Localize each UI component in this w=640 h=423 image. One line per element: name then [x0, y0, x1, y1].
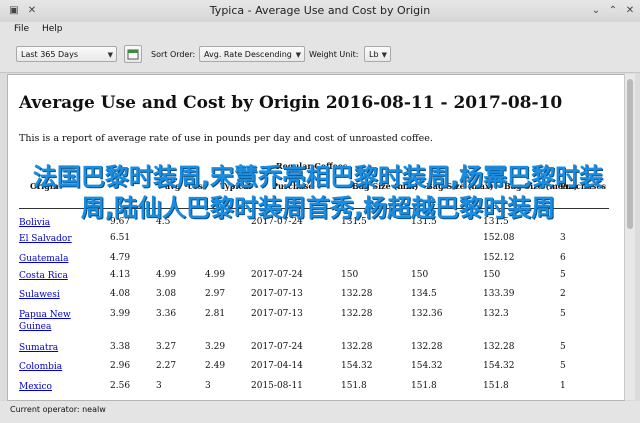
- table-cell: 2.56: [110, 381, 131, 391]
- report-view[interactable]: Average Use and Cost by Origin 2016-08-1…: [7, 74, 625, 401]
- table-cell: 151.8: [411, 381, 437, 391]
- table-cell: 6: [560, 253, 566, 263]
- table-cell: 3: [560, 233, 566, 243]
- table-cell: 151.8: [341, 381, 367, 391]
- chevron-down-icon: ▼: [107, 51, 113, 59]
- table-cell: 132.28: [411, 342, 443, 352]
- table-cell: 3: [156, 381, 162, 391]
- table-cell: 5: [560, 342, 566, 352]
- sort-order-select[interactable]: Avg. Rate Descending ▼: [199, 46, 305, 62]
- window-title: Typica - Average Use and Cost by Origin: [209, 4, 431, 17]
- table-cell: 3.27: [156, 342, 177, 352]
- table-cell: 152.08: [483, 233, 515, 243]
- origin-link[interactable]: Sulawesi: [19, 289, 85, 301]
- table-cell: 4.08: [110, 289, 131, 299]
- table-cell: 2017-07-24: [251, 270, 303, 280]
- table-cell: 3.08: [156, 289, 177, 299]
- sort-order-label: Sort Order:: [151, 50, 196, 59]
- table-cell: 150: [341, 270, 359, 280]
- table-cell: 2.97: [205, 289, 226, 299]
- table-cell: 132.36: [411, 309, 443, 319]
- origin-link[interactable]: El Salvador: [19, 233, 85, 245]
- sort-order-value: Avg. Rate Descending: [204, 50, 292, 59]
- table-cell: 3: [205, 381, 211, 391]
- table-cell: 2017-04-14: [251, 361, 303, 371]
- table-cell: 3.99: [110, 309, 131, 319]
- origin-link[interactable]: Costa Rica: [19, 270, 85, 282]
- table-cell: 152.12: [483, 253, 515, 263]
- table-cell: 150: [411, 270, 429, 280]
- table-cell: 3.36: [156, 309, 177, 319]
- table-cell: 5: [560, 361, 566, 371]
- chevron-down-icon: ▼: [295, 51, 301, 59]
- weight-unit-value: Lb: [369, 50, 379, 59]
- table-cell: 2017-07-24: [251, 342, 303, 352]
- calendar-icon: [127, 49, 139, 60]
- overlay-caption: 法国巴黎时装周,宋慧乔亮相巴黎时装周,杨幂巴黎时装周,陆仙人巴黎时装周首秀,杨超…: [32, 163, 604, 222]
- menu-help[interactable]: Help: [42, 24, 63, 34]
- table-cell: 132.28: [341, 309, 373, 319]
- origin-link[interactable]: Mexico: [19, 381, 85, 393]
- report-title: Average Use and Cost by Origin 2016-08-1…: [19, 93, 563, 113]
- table-cell: 2.49: [205, 361, 226, 371]
- table-cell: 151.8: [483, 381, 509, 391]
- table-cell: 2.27: [156, 361, 177, 371]
- table-cell: 2.96: [110, 361, 131, 371]
- table-cell: 5: [560, 270, 566, 280]
- table-cell: 2: [560, 289, 566, 299]
- date-range-value: Last 365 Days: [21, 50, 78, 59]
- table-cell: 2.81: [205, 309, 226, 319]
- table-cell: 3.29: [205, 342, 226, 352]
- window-titlebar: ▣ ✕ Typica - Average Use and Cost by Ori…: [0, 0, 640, 23]
- table-cell: 2017-07-13: [251, 289, 303, 299]
- table-cell: 132.28: [341, 289, 373, 299]
- chevron-down-icon: ▼: [381, 51, 387, 59]
- report-description: This is a report of average rate of use …: [19, 133, 433, 144]
- current-operator: Current operator: nealw: [10, 405, 106, 414]
- table-cell: 150: [483, 270, 501, 280]
- table-cell: 154.32: [411, 361, 443, 371]
- table-cell: 1: [560, 381, 566, 391]
- vertical-scrollbar[interactable]: [624, 74, 635, 400]
- report-toolbar: Last 365 Days ▼ Sort Order: Avg. Rate De…: [0, 38, 640, 73]
- table-cell: 132.3: [483, 309, 509, 319]
- table-cell: 133.39: [483, 289, 515, 299]
- table-cell: 154.32: [483, 361, 515, 371]
- origin-link[interactable]: Papua New Guinea: [19, 309, 85, 333]
- table-cell: 3.38: [110, 342, 131, 352]
- maximize-icon[interactable]: ⌃: [607, 5, 619, 17]
- table-cell: 4.99: [156, 270, 177, 280]
- menubar: File Help: [0, 22, 640, 38]
- calendar-button[interactable]: [124, 45, 142, 63]
- table-cell: 4.99: [205, 270, 226, 280]
- origin-link[interactable]: Colombia: [19, 361, 85, 373]
- table-cell: 5: [560, 309, 566, 319]
- menu-file[interactable]: File: [14, 24, 29, 34]
- table-cell: 154.32: [341, 361, 373, 371]
- table-cell: 4.79: [110, 253, 131, 263]
- status-bar: Current operator: nealw: [0, 401, 640, 423]
- minimize-icon[interactable]: ⌄: [590, 5, 602, 17]
- table-cell: 6.51: [110, 233, 131, 243]
- table-cell: 132.28: [483, 342, 515, 352]
- origin-link[interactable]: Sumatra: [19, 342, 85, 354]
- table-cell: 2017-07-13: [251, 309, 303, 319]
- table-cell: 132.28: [341, 342, 373, 352]
- weight-unit-label: Weight Unit:: [309, 50, 359, 59]
- weight-unit-select[interactable]: Lb ▼: [364, 46, 391, 62]
- table-cell: 2015-08-11: [251, 381, 303, 391]
- close-icon[interactable]: ✕: [624, 5, 636, 17]
- date-range-select[interactable]: Last 365 Days ▼: [16, 46, 117, 62]
- table-cell: 4.13: [110, 270, 131, 280]
- scrollbar-thumb[interactable]: [627, 79, 633, 229]
- table-cell: 134.5: [411, 289, 437, 299]
- origin-link[interactable]: Guatemala: [19, 253, 85, 265]
